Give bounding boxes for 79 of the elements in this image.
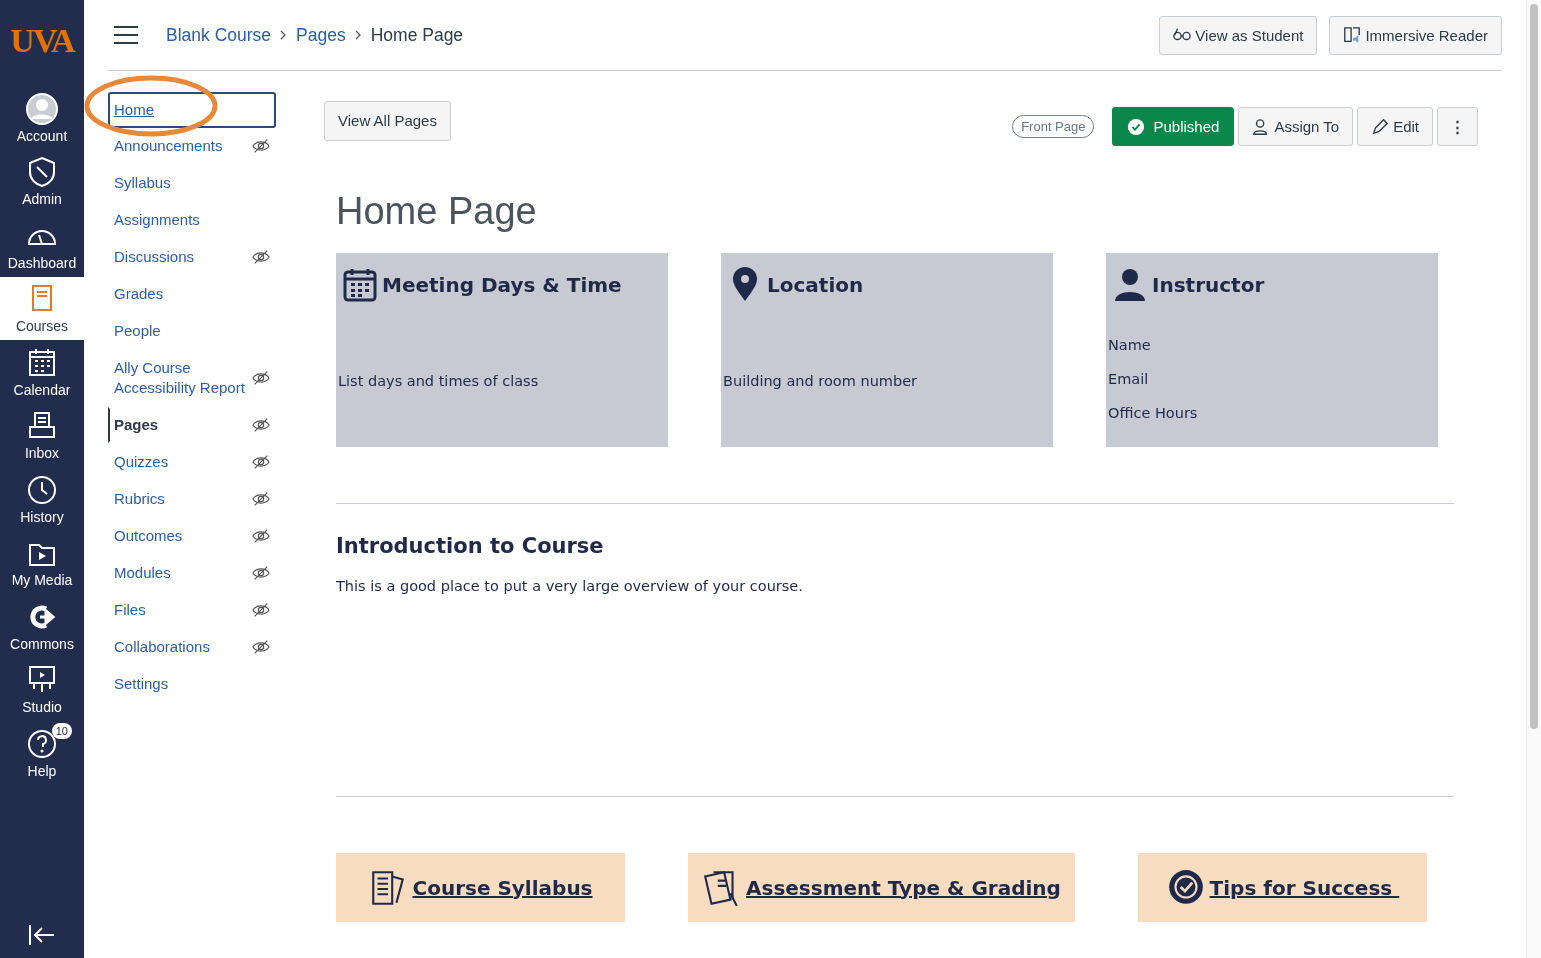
calendar-icon	[342, 267, 378, 303]
nav-item[interactable]: Inbox	[0, 403, 84, 467]
card-title: Instructor	[1152, 273, 1265, 297]
header-button[interactable]: Immersive Reader	[1329, 15, 1502, 55]
nav-item[interactable]: Commons	[0, 594, 84, 658]
nav-item[interactable]: 10 Help	[0, 721, 84, 785]
course-nav-link[interactable]: Syllabus	[108, 165, 276, 201]
card-text: Email	[1108, 371, 1150, 387]
course-nav-link[interactable]: Pages	[108, 407, 276, 443]
nav-label: Account	[16, 127, 68, 144]
nav-item[interactable]: Courses	[0, 276, 84, 340]
link-button[interactable]: Tips for Success	[1137, 853, 1427, 922]
link-button[interactable]: Course Syllabus	[336, 853, 625, 922]
course-nav-link[interactable]: Outcomes	[108, 518, 276, 554]
nav-item[interactable]: Account	[0, 86, 84, 150]
collapse-icon[interactable]	[28, 924, 56, 946]
shield-icon	[26, 156, 58, 189]
nav-item[interactable]: History	[0, 467, 84, 531]
nav-label: Courses	[15, 318, 69, 335]
course-nav-link[interactable]: Grades	[108, 276, 276, 312]
breadcrumb-link[interactable]: Pages	[296, 24, 346, 46]
clock-icon	[26, 473, 58, 506]
course-nav-link[interactable]: Announcements	[108, 128, 276, 164]
view-all-button[interactable]: View All Pages	[324, 100, 451, 141]
help-icon	[26, 727, 58, 760]
nav-label: Dashboard	[7, 254, 77, 271]
nav-label: Calendar	[13, 381, 71, 398]
person-icon	[1112, 267, 1148, 303]
page-title: Home Page	[336, 190, 538, 233]
nav-label: Inbox	[24, 445, 60, 462]
nav-label: History	[20, 508, 64, 525]
header-button[interactable]: View as Student	[1159, 15, 1318, 55]
more-button[interactable]: ⋮	[1437, 107, 1478, 146]
nav-item[interactable]: Dashboard	[0, 213, 84, 277]
course-nav-link[interactable]: Assignments	[108, 202, 276, 238]
nav-label: Studio	[22, 699, 62, 716]
intro-text: This is a good place to put a very large overview of your course.	[336, 578, 804, 594]
nav-item[interactable]: Studio	[0, 657, 84, 721]
menu-icon[interactable]	[114, 26, 138, 44]
check-circle-icon	[1127, 117, 1146, 136]
chevron-icon	[280, 30, 288, 40]
calendar-icon	[26, 346, 58, 379]
breadcrumb-current: Home Page	[370, 24, 464, 46]
nav-label: My Media	[11, 572, 73, 589]
avatar-icon	[26, 92, 58, 125]
course-nav-link[interactable]: Rubrics	[108, 481, 276, 517]
card-title: Meeting Days & Time	[382, 273, 622, 297]
card-text: Building and room number	[723, 373, 919, 389]
pencil-icon	[1371, 117, 1390, 136]
card-title: Location	[767, 273, 864, 297]
action-button[interactable]: Assign To	[1238, 107, 1354, 146]
course-nav-link[interactable]: Quizzes	[108, 444, 276, 480]
card-text: Office Hours	[1108, 405, 1199, 421]
course-nav-link[interactable]: Home	[108, 92, 276, 128]
nav-label: Admin	[22, 191, 62, 208]
nav-label: Commons	[10, 635, 74, 652]
course-nav-link[interactable]: Ally Course Accessibility Report	[108, 350, 276, 406]
action-button[interactable]: Published	[1112, 107, 1235, 146]
book-speaker-icon	[1343, 26, 1362, 44]
section-heading: Introduction to Course	[336, 534, 605, 558]
scrollbar[interactable]	[1526, 0, 1541, 958]
count-badge: 10	[51, 722, 72, 739]
chevron-icon	[354, 30, 362, 40]
breadcrumb-link[interactable]: Blank Course	[166, 24, 272, 46]
link-button[interactable]: Assessment Type & Grading	[688, 853, 1075, 922]
nav-item[interactable]: Calendar	[0, 340, 84, 404]
course-nav-link[interactable]: Modules	[108, 555, 276, 591]
action-button[interactable]: Edit	[1357, 107, 1433, 146]
course-nav-link[interactable]: Files	[108, 592, 276, 628]
course-nav-link[interactable]: Discussions	[108, 239, 276, 275]
nav-item[interactable]: Admin	[0, 149, 84, 213]
card-text: List days and times of class	[338, 373, 540, 389]
course-nav-link[interactable]: People	[108, 313, 276, 349]
logo[interactable]: UVA	[0, 0, 84, 86]
nav-label: Help	[27, 762, 57, 779]
course-nav-link[interactable]: Collaborations	[108, 629, 276, 665]
nav-item[interactable]: My Media	[0, 530, 84, 594]
card-text: Name	[1108, 337, 1152, 353]
course-nav-link[interactable]: Settings	[108, 666, 276, 702]
